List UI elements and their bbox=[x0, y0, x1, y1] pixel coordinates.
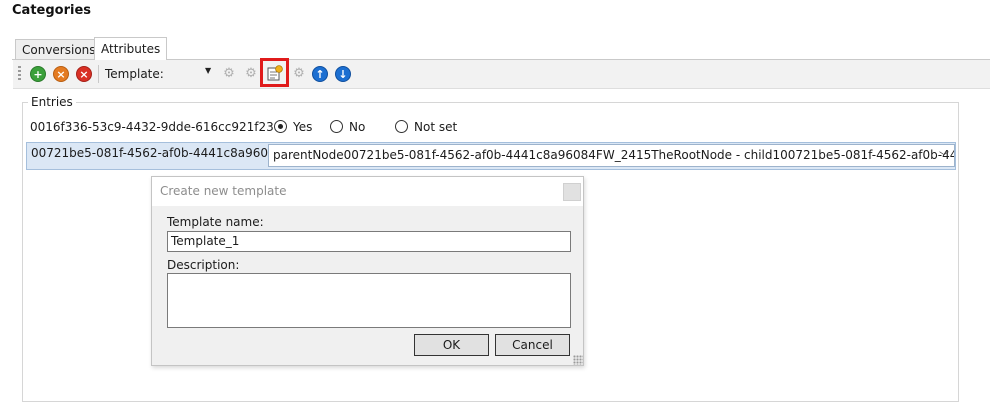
entry-value-combo[interactable]: parentNode00721be5-081f-4562-af0b-4441c8… bbox=[268, 144, 955, 167]
radio-yes[interactable] bbox=[274, 120, 287, 133]
move-down-icon[interactable]: ↓ bbox=[335, 66, 351, 82]
gray-action-icon[interactable]: ⚙ bbox=[220, 66, 238, 82]
move-up-icon[interactable]: ↑ bbox=[312, 66, 328, 82]
radio-no[interactable] bbox=[330, 120, 343, 133]
radio-not-set-label[interactable]: Not set bbox=[414, 120, 457, 134]
tab-attributes[interactable]: Attributes bbox=[94, 37, 168, 60]
close-icon[interactable] bbox=[563, 183, 581, 201]
template-label: Template: bbox=[105, 67, 164, 81]
clear-icon[interactable]: × bbox=[53, 66, 69, 82]
tab-conversions[interactable]: Conversions bbox=[15, 39, 103, 59]
gray-action-icon[interactable]: ⚙ bbox=[242, 66, 260, 82]
template-name-label: Template name: bbox=[167, 215, 264, 229]
entry-id-2: 00721be5-081f-4562-af0b-4441c8a96084FW_ bbox=[31, 146, 309, 160]
entry-id-1: 0016f336-53c9-4432-9dde-616cc921f238 bbox=[30, 120, 282, 134]
cancel-button[interactable]: Cancel bbox=[495, 334, 570, 356]
description-label: Description: bbox=[167, 258, 240, 272]
radio-no-label[interactable]: No bbox=[349, 120, 365, 134]
page-title: Categories bbox=[12, 3, 92, 18]
radio-not-set[interactable] bbox=[395, 120, 408, 133]
add-icon[interactable]: + bbox=[30, 66, 46, 82]
toolbar-separator bbox=[98, 65, 99, 83]
entries-legend: Entries bbox=[28, 95, 76, 109]
chevron-down-icon[interactable]: ▼ bbox=[205, 66, 211, 75]
ok-button[interactable]: OK bbox=[414, 334, 489, 356]
toolbar-grip[interactable] bbox=[18, 66, 21, 82]
dialog-title: Create new template bbox=[160, 184, 287, 198]
template-name-input[interactable]: Template_1 bbox=[167, 231, 571, 252]
gray-action-icon[interactable]: ⚙ bbox=[290, 66, 308, 82]
delete-icon[interactable]: × bbox=[76, 66, 92, 82]
highlight-box bbox=[260, 58, 289, 87]
resize-grip[interactable] bbox=[573, 355, 583, 365]
chevron-down-icon[interactable]: ﹀ bbox=[939, 148, 949, 163]
description-input[interactable] bbox=[167, 273, 571, 328]
radio-yes-label[interactable]: Yes bbox=[293, 120, 312, 134]
